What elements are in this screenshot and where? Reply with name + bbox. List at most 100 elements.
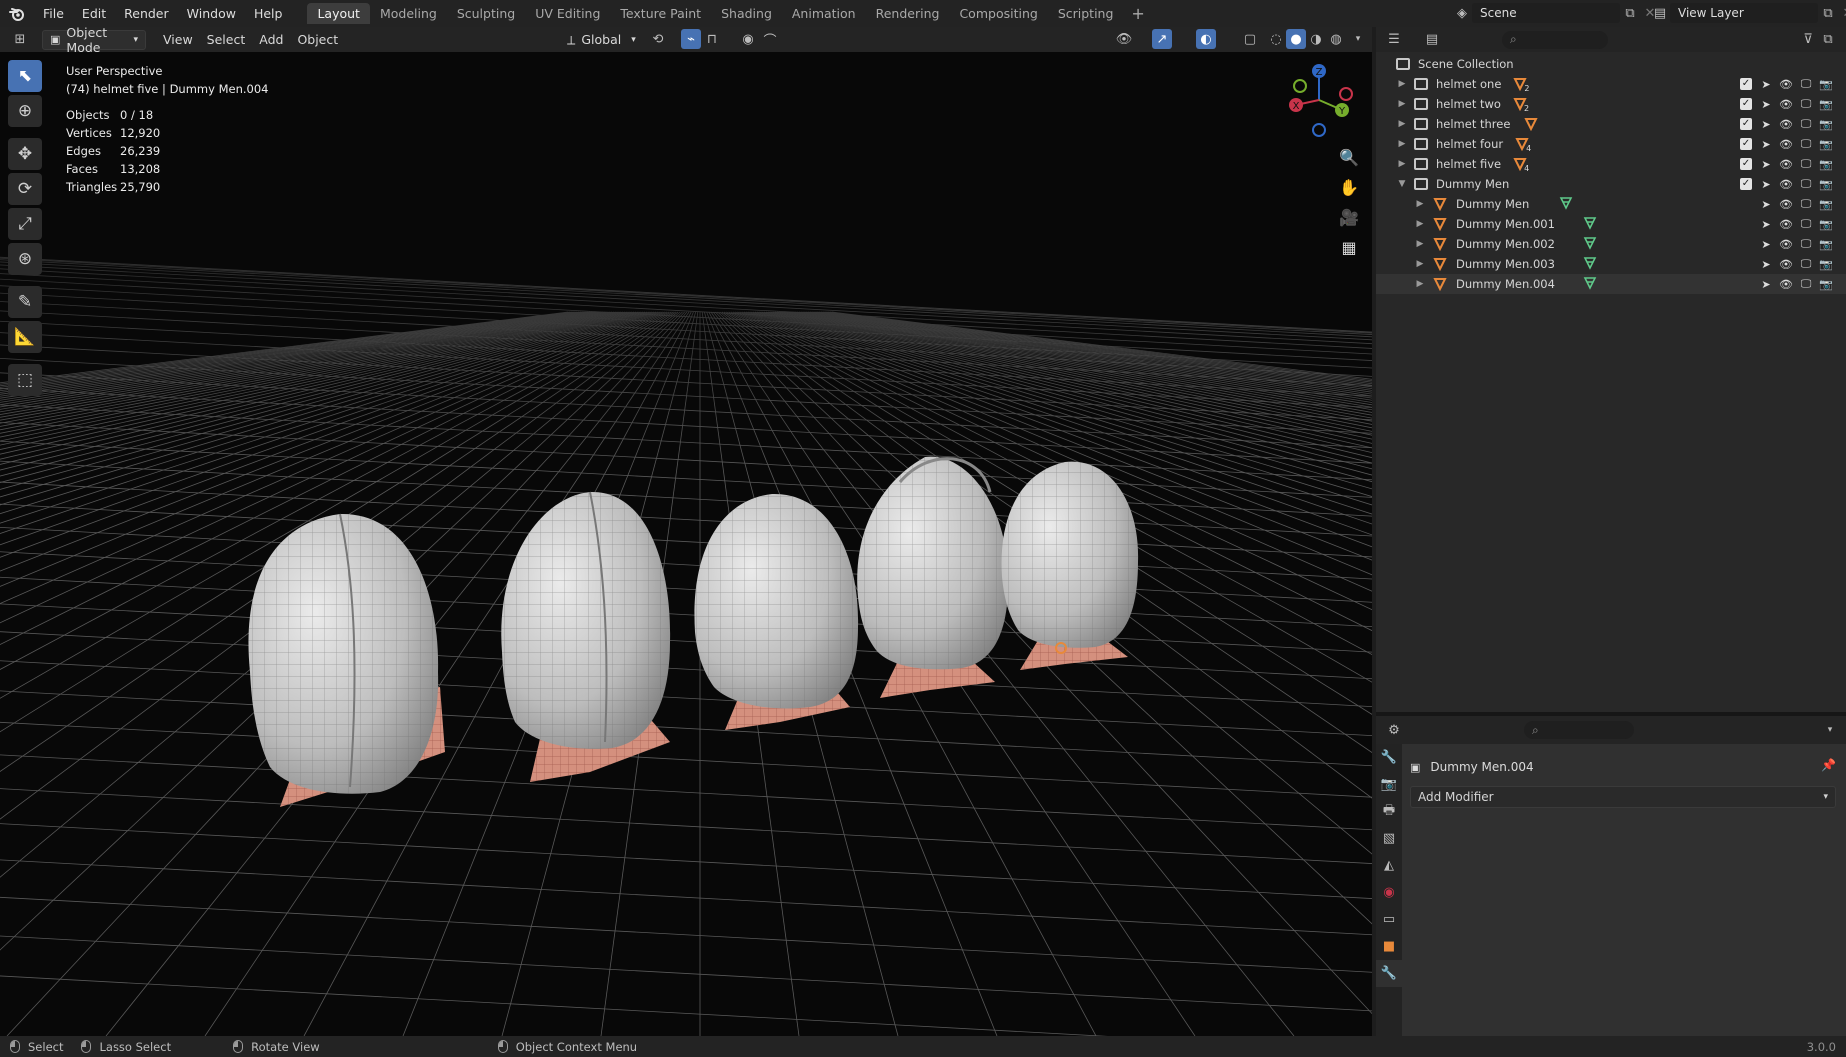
eye-icon[interactable]: 👁 <box>1778 136 1794 152</box>
eye-icon[interactable]: 👁 <box>1778 96 1794 112</box>
tab-scripting[interactable]: Scripting <box>1048 3 1124 24</box>
mesh-data-icon[interactable] <box>1583 236 1597 253</box>
eye-icon[interactable]: 👁 <box>1778 76 1794 92</box>
render-camera-icon[interactable]: 📷 <box>1818 216 1834 232</box>
outliner-item[interactable]: ▶ helmet four 4 ✓ ➤ 👁 🖵 📷 <box>1376 134 1846 154</box>
exclude-checkbox[interactable]: ✓ <box>1738 116 1754 132</box>
rendered-shading-icon[interactable]: ◍ <box>1326 29 1346 49</box>
add-cube-tool-icon[interactable]: ⬚ <box>8 364 42 396</box>
exclude-checkbox[interactable]: ✓ <box>1738 176 1754 192</box>
ortho-grid-icon[interactable]: ▦ <box>1334 234 1364 260</box>
outliner-item[interactable]: ▶ Dummy Men.004 ➤ 👁 🖵 📷 <box>1376 274 1846 294</box>
monitor-icon[interactable]: 🖵 <box>1798 156 1814 172</box>
outliner-item[interactable]: ▶ helmet three ✓ ➤ 👁 🖵 📷 <box>1376 114 1846 134</box>
outliner-item[interactable]: ▶ helmet two 2 ✓ ➤ 👁 🖵 📷 <box>1376 94 1846 114</box>
move-tool-icon[interactable]: ✥ <box>8 138 42 170</box>
outliner-item[interactable]: ▶ helmet five 4 ✓ ➤ 👁 🖵 📷 <box>1376 154 1846 174</box>
visibility-icon[interactable]: 👁 <box>1114 29 1134 49</box>
monitor-icon[interactable]: 🖵 <box>1798 256 1814 272</box>
eye-icon[interactable]: 👁 <box>1778 176 1794 192</box>
render-camera-icon[interactable]: 📷 <box>1818 96 1834 112</box>
mesh-data-icon[interactable] <box>1583 216 1597 233</box>
expand-right-icon[interactable]: ▶ <box>1396 139 1408 149</box>
outliner-search-input[interactable]: ⌕ <box>1502 30 1608 49</box>
tool-tab-icon[interactable]: 🔧 <box>1376 744 1402 771</box>
tab-compositing[interactable]: Compositing <box>949 3 1047 24</box>
eye-icon[interactable]: 👁 <box>1778 196 1794 212</box>
display-mode-icon[interactable]: ▤ <box>1422 30 1442 50</box>
expand-right-icon[interactable]: ▶ <box>1414 219 1426 229</box>
eye-icon[interactable]: 👁 <box>1778 276 1794 292</box>
expand-right-icon[interactable]: ▶ <box>1396 119 1408 129</box>
expand-right-icon[interactable]: ▶ <box>1396 159 1408 169</box>
selectable-arrow-icon[interactable]: ➤ <box>1758 276 1774 292</box>
tab-modeling[interactable]: Modeling <box>370 3 447 24</box>
mesh-data-icon[interactable] <box>1559 196 1573 213</box>
expand-right-icon[interactable]: ▶ <box>1414 199 1426 209</box>
delete-view-layer-icon[interactable]: ✕ <box>1838 3 1846 23</box>
collection-tab-icon[interactable]: ▭ <box>1376 906 1402 933</box>
render-camera-icon[interactable]: 📷 <box>1818 76 1834 92</box>
render-camera-icon[interactable]: 📷 <box>1818 156 1834 172</box>
scale-tool-icon[interactable]: ⤢ <box>8 208 42 240</box>
new-scene-icon[interactable]: ⧉ <box>1620 3 1640 23</box>
render-camera-icon[interactable]: 📷 <box>1818 136 1834 152</box>
outliner-item[interactable]: ▶ Dummy Men.002 ➤ 👁 🖵 📷 <box>1376 234 1846 254</box>
selectable-arrow-icon[interactable]: ➤ <box>1758 236 1774 252</box>
material-shading-icon[interactable]: ◑ <box>1306 29 1326 49</box>
menu-edit[interactable]: Edit <box>73 0 115 27</box>
zoom-icon[interactable]: 🔍 <box>1334 144 1364 170</box>
helmet-two-mesh[interactable] <box>501 491 671 782</box>
menu-object[interactable]: Object <box>290 30 345 50</box>
menu-view[interactable]: View <box>156 30 200 50</box>
expand-right-icon[interactable]: ▶ <box>1414 279 1426 289</box>
editor-type-icon[interactable]: ⚙ <box>1384 720 1404 740</box>
monitor-icon[interactable]: 🖵 <box>1798 76 1814 92</box>
tab-texture-paint[interactable]: Texture Paint <box>610 3 711 24</box>
outliner-item[interactable]: ▶ Dummy Men.001 ➤ 👁 🖵 📷 <box>1376 214 1846 234</box>
navigation-gizmo[interactable]: Z Y X <box>1278 59 1360 141</box>
proportional-edit-icon[interactable]: ◉ <box>738 29 758 49</box>
exclude-checkbox[interactable]: ✓ <box>1738 156 1754 172</box>
selectable-arrow-icon[interactable]: ➤ <box>1758 96 1774 112</box>
gizmo-toggle-icon[interactable]: ↗ <box>1152 29 1172 49</box>
eye-icon[interactable]: 👁 <box>1778 236 1794 252</box>
monitor-icon[interactable]: 🖵 <box>1798 176 1814 192</box>
helmet-three-mesh[interactable] <box>694 493 859 730</box>
wireframe-shading-icon[interactable]: ◌ <box>1266 29 1286 49</box>
mesh-data-icon[interactable] <box>1583 276 1597 293</box>
menu-window[interactable]: Window <box>178 0 245 27</box>
expand-right-icon[interactable]: ▶ <box>1414 239 1426 249</box>
object-name-label[interactable]: Dummy Men.004 <box>1430 760 1533 774</box>
snap-target-icon[interactable]: ⊓ <box>702 29 722 49</box>
selectable-arrow-icon[interactable]: ➤ <box>1758 76 1774 92</box>
monitor-icon[interactable]: 🖵 <box>1798 216 1814 232</box>
eye-icon[interactable]: 👁 <box>1778 216 1794 232</box>
render-camera-icon[interactable]: 📷 <box>1818 236 1834 252</box>
solid-shading-icon[interactable]: ● <box>1286 29 1306 49</box>
xray-icon[interactable]: ▢ <box>1240 29 1260 49</box>
eye-icon[interactable]: 👁 <box>1778 116 1794 132</box>
render-camera-icon[interactable]: 📷 <box>1818 176 1834 192</box>
selectable-arrow-icon[interactable]: ➤ <box>1758 216 1774 232</box>
rotate-tool-icon[interactable]: ⟳ <box>8 173 42 205</box>
camera-view-icon[interactable]: 🎥 <box>1334 204 1364 230</box>
blender-logo-icon[interactable] <box>0 0 34 27</box>
helmet-five-mesh[interactable] <box>1001 461 1139 670</box>
view-layer-icon[interactable]: ▤ <box>1650 3 1670 23</box>
chevron-down-icon[interactable]: ▾ <box>1820 720 1840 740</box>
render-tab-icon[interactable]: 📷 <box>1376 771 1402 798</box>
tab-uv-editing[interactable]: UV Editing <box>525 3 610 24</box>
outliner-item[interactable]: ▶ helmet one 2 ✓ ➤ 👁 🖵 📷 <box>1376 74 1846 94</box>
exclude-checkbox[interactable]: ✓ <box>1738 76 1754 92</box>
overlays-toggle-icon[interactable]: ◐ <box>1196 29 1216 49</box>
selectable-arrow-icon[interactable]: ➤ <box>1758 196 1774 212</box>
outliner-item[interactable]: ▶ Dummy Men ➤ 👁 🖵 📷 <box>1376 194 1846 214</box>
select-tool-icon[interactable]: ⬉ <box>8 60 42 92</box>
eye-icon[interactable]: 👁 <box>1778 156 1794 172</box>
scene-field[interactable]: Scene <box>1472 3 1620 23</box>
monitor-icon[interactable]: 🖵 <box>1798 136 1814 152</box>
measure-tool-icon[interactable]: 📐 <box>8 321 42 353</box>
render-camera-icon[interactable]: 📷 <box>1818 256 1834 272</box>
editor-type-icon[interactable]: ☰ <box>1384 30 1404 50</box>
